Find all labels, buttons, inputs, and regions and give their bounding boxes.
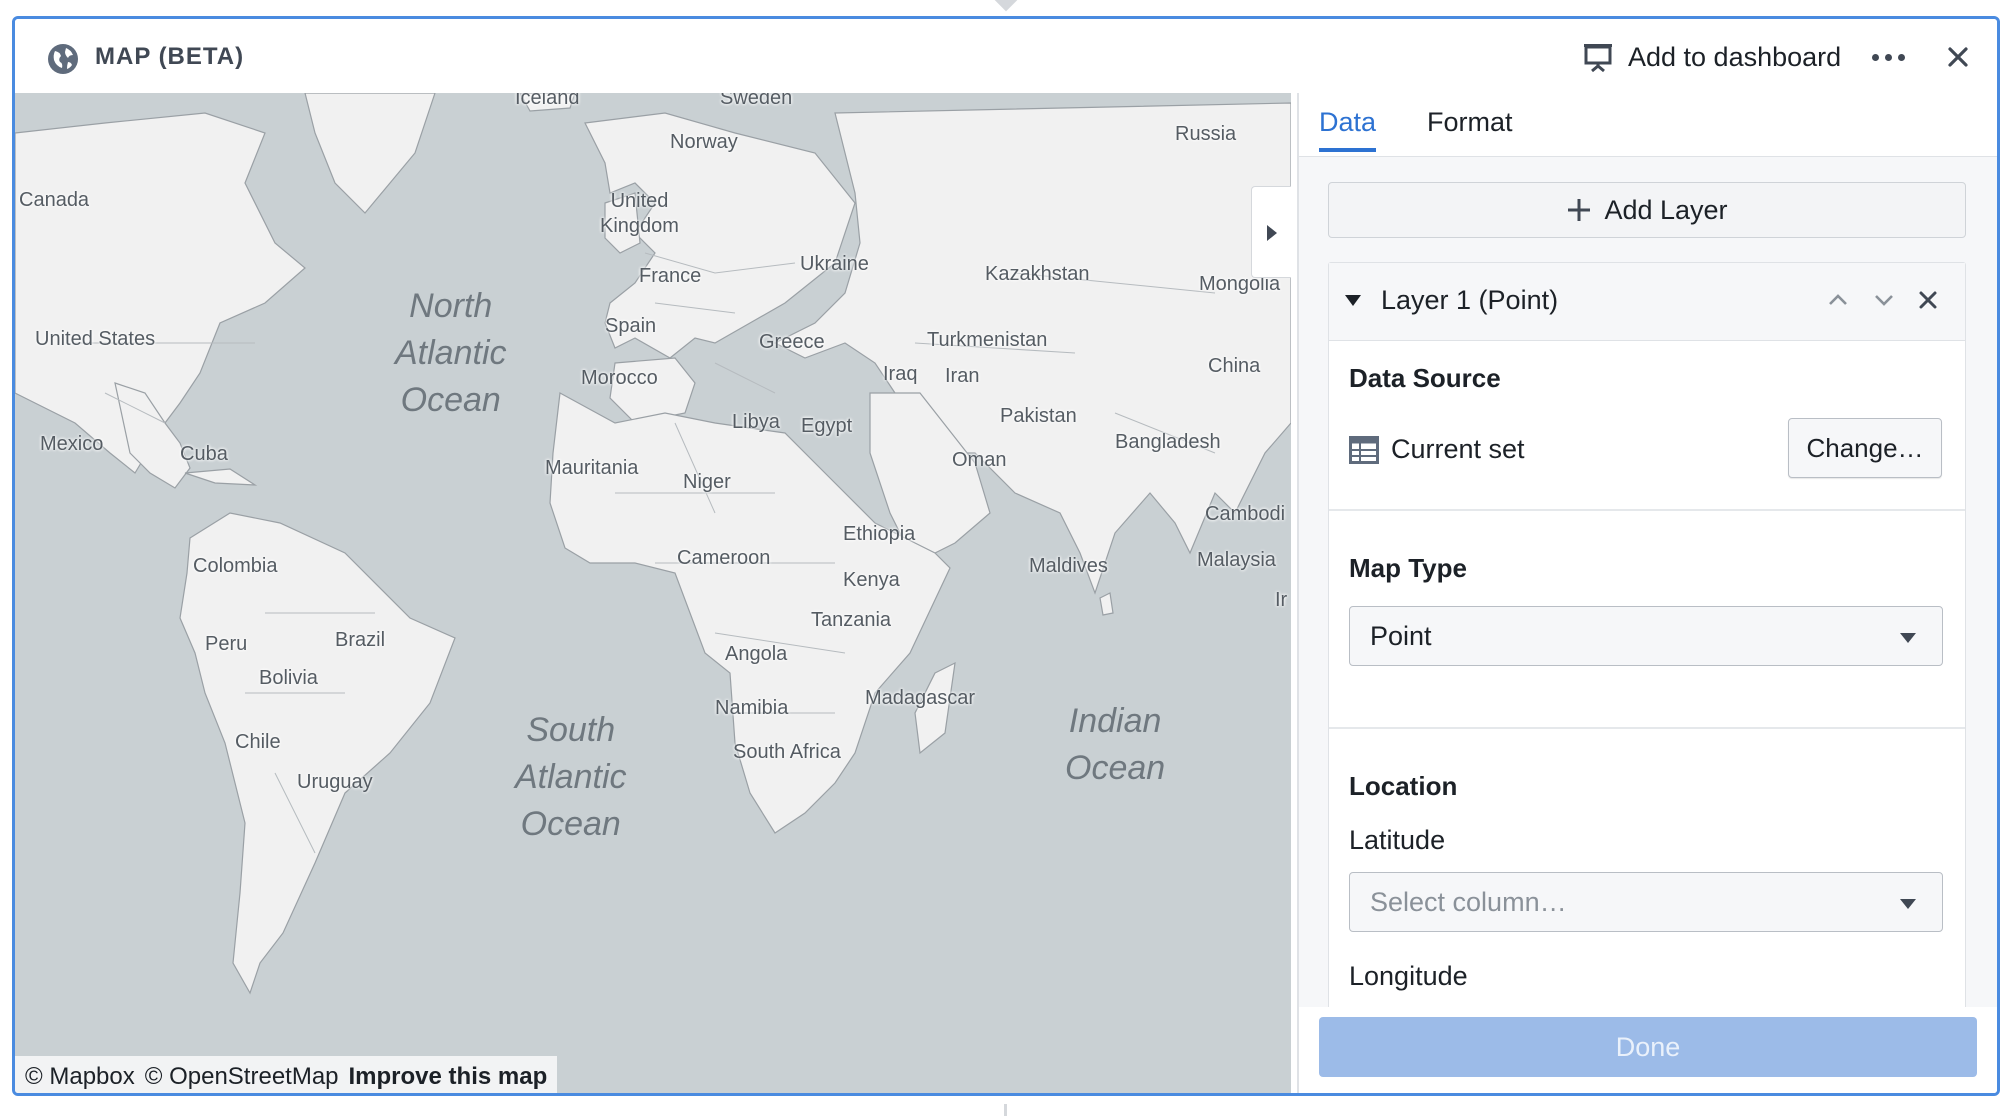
country-label: Niger: [683, 471, 731, 493]
country-label: United Kingdom: [600, 190, 679, 237]
country-label: Chile: [235, 731, 281, 753]
collapse-panel-button[interactable]: [1251, 186, 1291, 278]
panel-footer: Done: [1299, 1007, 1997, 1093]
latitude-label: Latitude: [1349, 825, 1446, 855]
country-label: Kazakhstan: [985, 263, 1090, 285]
connector-line: [1004, 1104, 1007, 1116]
mapbox-attribution-link[interactable]: © Mapbox: [25, 1063, 135, 1091]
country-label: Cuba: [180, 443, 228, 465]
country-label: France: [639, 265, 702, 287]
map-type-heading: Map Type: [1349, 553, 1467, 583]
remove-layer-icon[interactable]: [1913, 285, 1943, 315]
country-label: Spain: [605, 315, 657, 337]
country-label: Maldives: [1029, 555, 1108, 577]
country-label: Ukraine: [800, 253, 869, 275]
add-to-dashboard-label: Add to dashboard: [1628, 41, 1842, 72]
country-label: Mexico: [40, 433, 104, 455]
country-label: Colombia: [193, 555, 278, 577]
country-label: Iran: [945, 365, 980, 387]
country-label: Madagascar: [865, 687, 976, 709]
chevron-up-icon[interactable]: [1823, 285, 1853, 315]
dataset-info: Current set: [1349, 434, 1525, 465]
add-to-dashboard-button[interactable]: Add to dashboard: [1582, 37, 1841, 77]
country-label: Malaysia: [1197, 549, 1276, 571]
country-label: Cameroon: [677, 547, 771, 569]
more-icon[interactable]: [1868, 39, 1908, 75]
country-label: Libya: [732, 411, 780, 433]
country-label: South Africa: [733, 741, 841, 763]
country-label: Sweden: [720, 93, 793, 109]
dialog-header: MAP (BETA) Add to dashboard: [15, 19, 1997, 93]
country-label: Peru: [205, 633, 248, 655]
country-label: Norway: [670, 131, 738, 153]
change-dataset-button[interactable]: Change…: [1788, 418, 1942, 478]
country-label: Greece: [759, 331, 825, 353]
layer-card: Layer 1 (Point) Data Source Current set …: [1328, 262, 1966, 1007]
widget-title: MAP (BETA): [95, 43, 245, 70]
country-label: Iraq: [883, 363, 918, 385]
location-heading: Location: [1349, 771, 1458, 801]
ocean-label: South Atlantic Ocean: [515, 711, 627, 843]
map-canvas[interactable]: North Atlantic Ocean South Atlantic Ocea…: [15, 93, 1291, 1093]
country-label: Ir: [1275, 589, 1288, 611]
section-divider: [1329, 727, 1965, 729]
country-label: Canada: [19, 189, 90, 211]
country-label: Kenya: [843, 569, 900, 591]
country-label: United States: [35, 328, 156, 350]
panel-tabs: Data Format: [1299, 93, 1997, 157]
country-label: Bangladesh: [1115, 431, 1221, 453]
popover-arrow: [994, 0, 1018, 12]
tab-data[interactable]: Data: [1319, 107, 1377, 152]
globe-icon: [48, 44, 78, 74]
caret-down-icon[interactable]: [1345, 295, 1361, 306]
country-label: Iceland: [515, 93, 580, 109]
map-attribution: © Mapbox © OpenStreetMap Improve this ma…: [15, 1056, 558, 1093]
data-source-heading: Data Source: [1349, 363, 1501, 393]
add-layer-button[interactable]: Add Layer: [1328, 182, 1966, 238]
latitude-select[interactable]: Select column…: [1349, 872, 1943, 932]
map-widget-dialog: MAP (BETA) Add to dashboard North Atlant…: [12, 16, 2000, 1096]
country-label: Uruguay: [297, 771, 373, 793]
country-label: Turkmenistan: [927, 329, 1048, 351]
improve-map-link[interactable]: Improve this map: [349, 1063, 548, 1091]
presentation-icon: [1584, 44, 1612, 73]
country-label: Pakistan: [1000, 405, 1077, 427]
country-label: Mauritania: [545, 457, 639, 479]
chevron-down-icon[interactable]: [1869, 285, 1899, 315]
map-type-select[interactable]: Point: [1349, 606, 1943, 666]
plus-icon: [1568, 199, 1591, 221]
country-label: Oman: [952, 449, 1007, 471]
layer-header: Layer 1 (Point): [1329, 263, 1965, 341]
country-label: Cambodi: [1205, 503, 1286, 525]
config-side-panel: Data Format Add Layer Layer 1 (Point) Da…: [1297, 93, 1997, 1093]
osm-attribution-link[interactable]: © OpenStreetMap: [145, 1063, 339, 1091]
layer-title: Layer 1 (Point): [1381, 285, 1559, 315]
tab-format[interactable]: Format: [1427, 107, 1513, 148]
panel-scroll-area[interactable]: Add Layer Layer 1 (Point) Data Source Cu…: [1299, 157, 1997, 1007]
dataset-name: Current set: [1391, 434, 1525, 464]
section-divider: [1329, 509, 1965, 511]
table-icon: [1349, 435, 1379, 464]
country-label: Russia: [1175, 123, 1237, 145]
country-label: China: [1208, 355, 1261, 377]
world-basemap: [15, 93, 1291, 995]
country-label: Brazil: [335, 629, 386, 651]
country-label: Morocco: [581, 367, 658, 389]
longitude-label: Longitude: [1349, 961, 1468, 991]
country-label: Bolivia: [259, 667, 318, 689]
close-icon[interactable]: [1940, 39, 1976, 75]
country-label: Egypt: [801, 415, 853, 437]
done-button[interactable]: Done: [1319, 1017, 1977, 1077]
add-layer-label: Add Layer: [1604, 194, 1728, 225]
ocean-label: North Atlantic Ocean: [395, 287, 507, 419]
country-label: Tanzania: [811, 609, 892, 631]
ocean-label: Indian Ocean: [1065, 702, 1166, 787]
country-label: Namibia: [715, 697, 789, 719]
country-label: Angola: [725, 643, 788, 665]
country-label: Ethiopia: [843, 523, 916, 545]
